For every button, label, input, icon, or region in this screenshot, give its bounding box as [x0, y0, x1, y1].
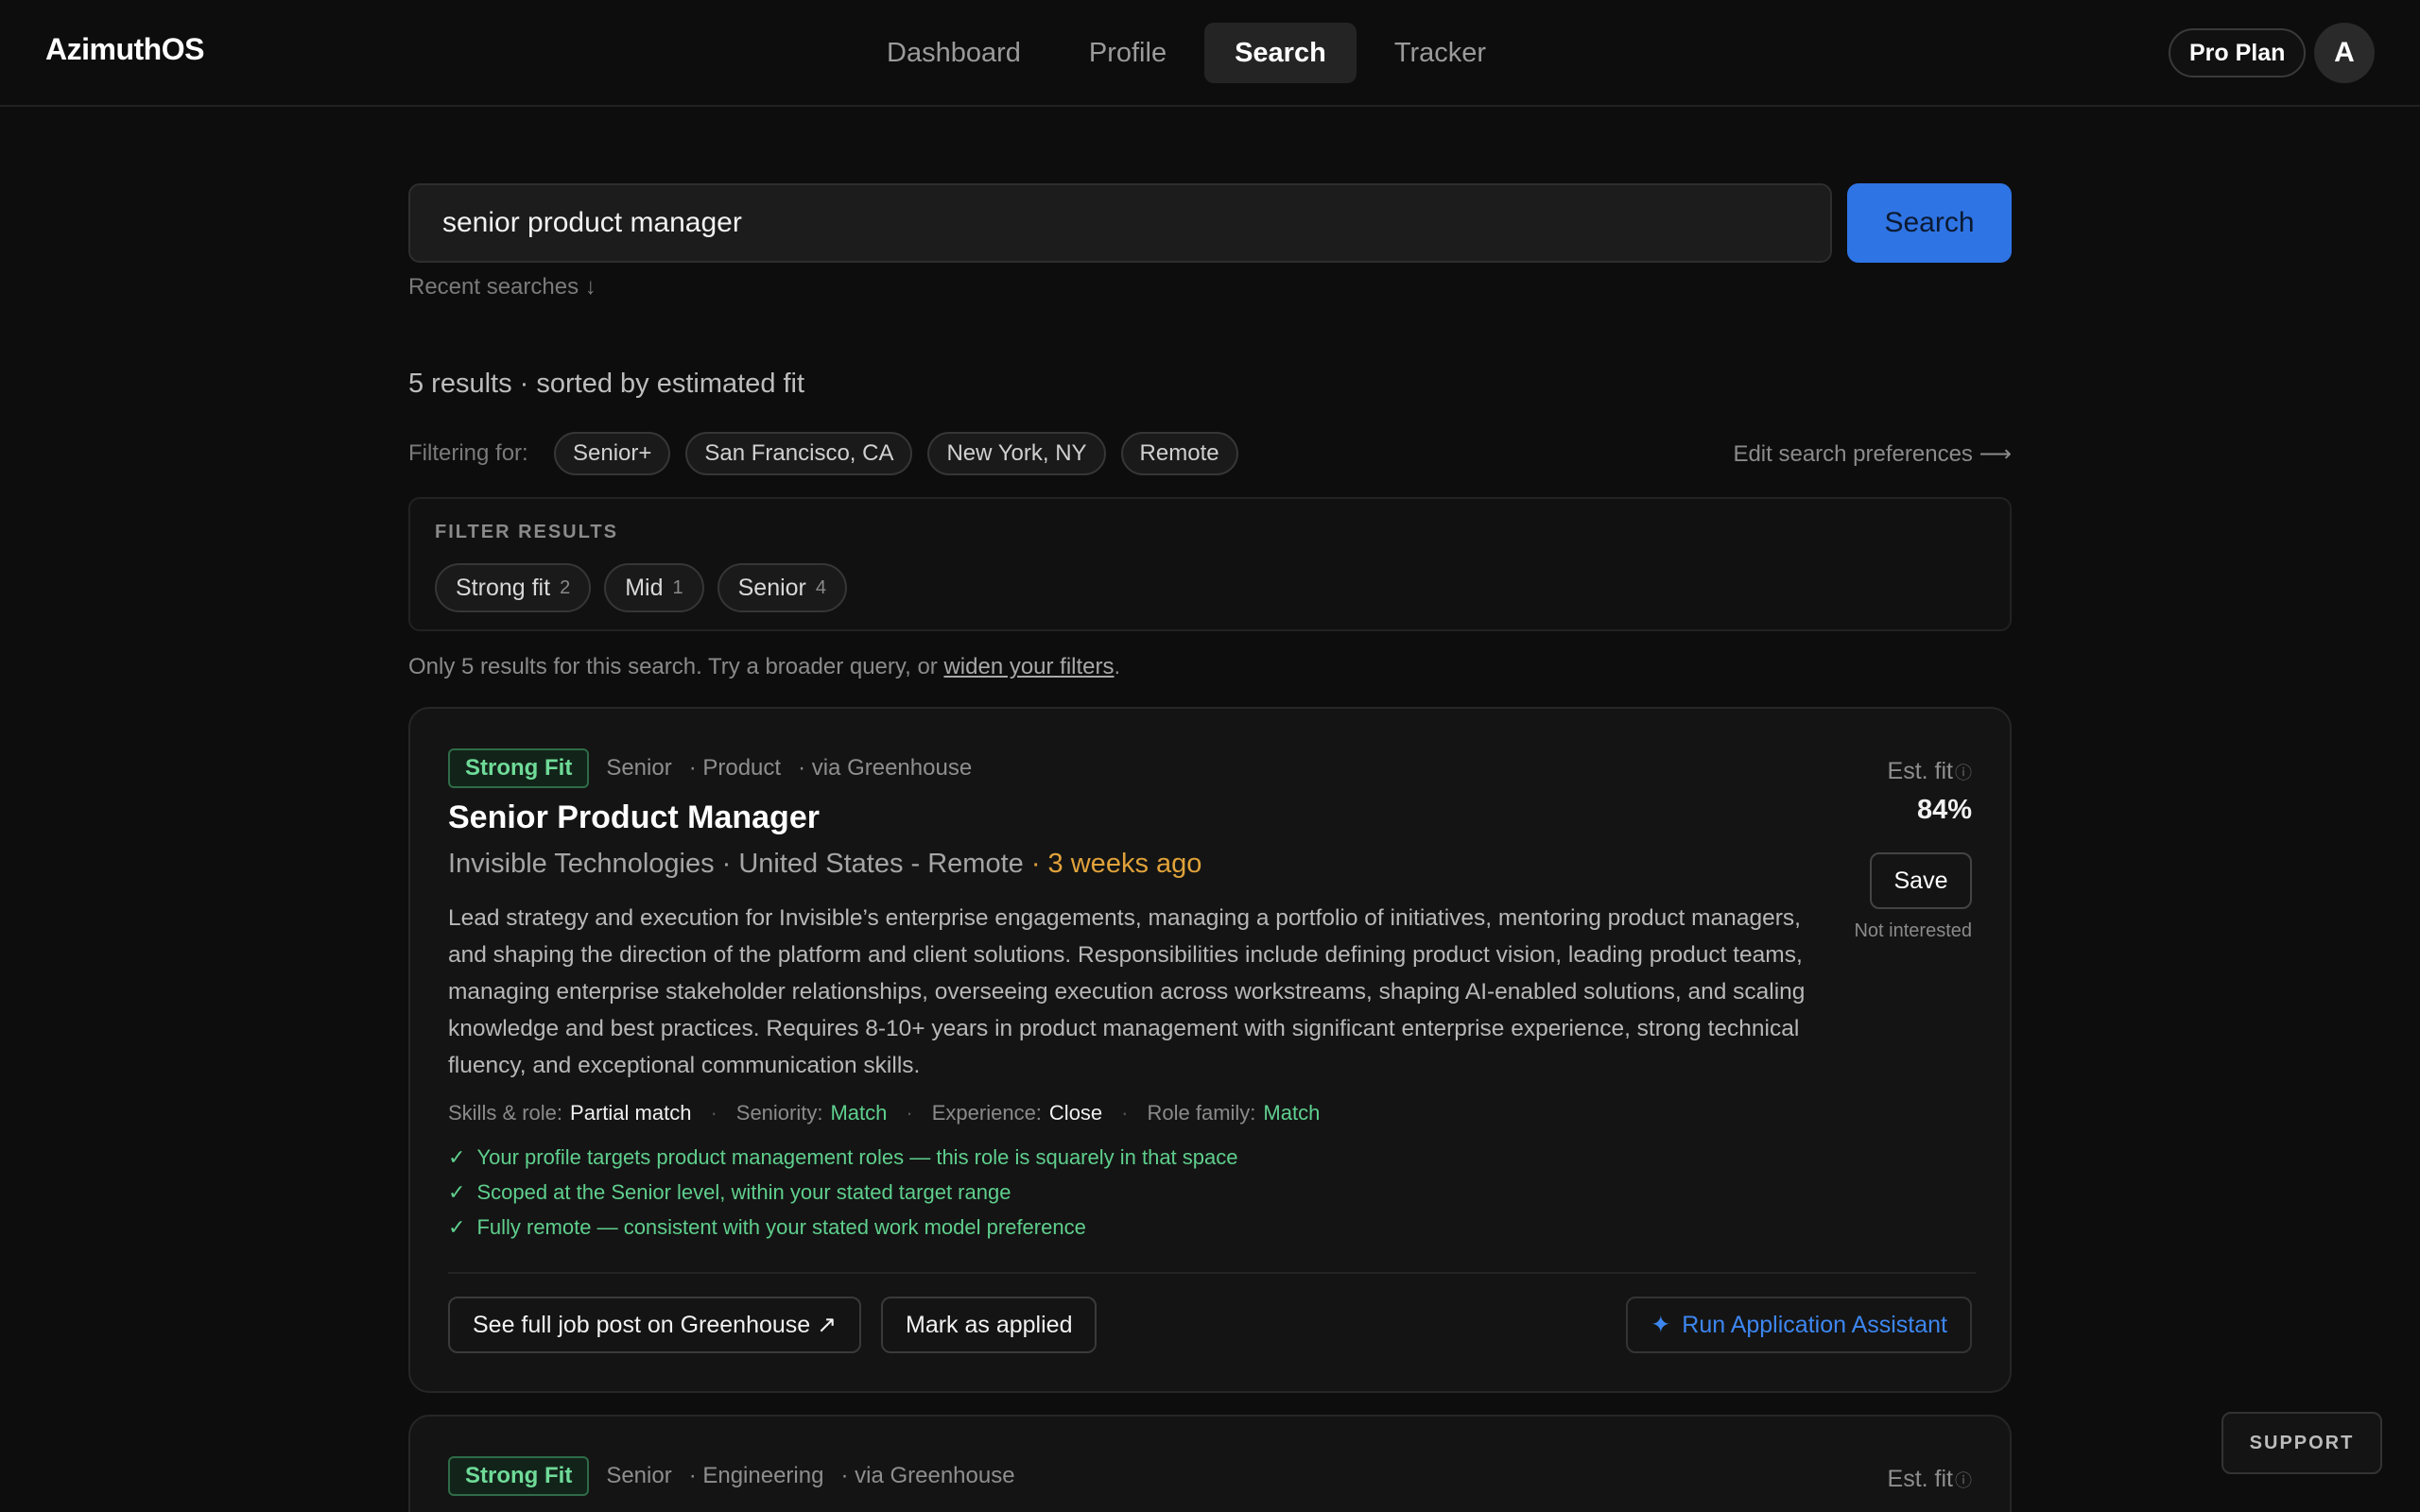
fit-reasons: ✓ Your profile targets product managemen… [448, 1140, 1238, 1245]
job-seniority: Senior [606, 1463, 672, 1488]
top-navigation-bar: AzimuthOS Dashboard Profile Search Track… [0, 0, 2420, 107]
signal-label: Experience: [931, 1101, 1042, 1125]
fit-score-label: Est. fit ⓘ [1783, 1466, 1972, 1493]
hint-suffix: . [1114, 654, 1121, 679]
info-icon[interactable]: ⓘ [1955, 764, 1972, 782]
fit-reason: ✓ Scoped at the Senior level, within you… [448, 1175, 1238, 1210]
user-avatar[interactable]: A [2314, 23, 2375, 83]
search-bar: Search [408, 183, 2012, 263]
filter-chip-location-sf[interactable]: San Francisco, CA [685, 432, 913, 475]
job-description: Lead strategy and execution for Invisibl… [448, 905, 1806, 1078]
filter-chip-location-ny[interactable]: New York, NY [927, 432, 1106, 475]
fit-score-column: Est. fit ⓘ 84% [1783, 758, 1972, 826]
hint-text: Only 5 results for this search. Try a br… [408, 654, 944, 679]
filter-results-title: FILTER RESULTS [435, 522, 618, 542]
few-results-hint: Only 5 results for this search. Try a br… [408, 654, 1120, 680]
job-source: · via Greenhouse [798, 755, 973, 781]
signal-value: Partial match [570, 1101, 692, 1125]
facet-count: 1 [672, 576, 683, 598]
results-summary: 5 results · sorted by estimated fit [408, 369, 805, 399]
signal-value: Close [1048, 1101, 1103, 1125]
active-filters-row: Filtering for: Senior+ San Francisco, CA… [408, 432, 2012, 475]
job-source: · via Greenhouse [840, 1463, 1015, 1488]
app-logo[interactable]: AzimuthOS [45, 32, 204, 67]
signal-value: Match [830, 1101, 888, 1125]
signal-experience: Experience: Close [932, 1101, 1102, 1125]
job-seniority: Senior [606, 755, 672, 781]
nav-tab-search[interactable]: Search [1204, 23, 1357, 83]
fit-reason: ✓ Your profile targets product managemen… [448, 1140, 1238, 1175]
nav-tab-tracker[interactable]: Tracker [1364, 23, 1516, 83]
assistant-label: Run Application Assistant [1682, 1311, 1947, 1338]
support-button[interactable]: SUPPORT [2221, 1412, 2382, 1474]
facet-count: 2 [560, 576, 571, 598]
fit-score-value: 84% [1916, 795, 1972, 825]
card-divider [448, 1272, 1976, 1274]
signal-skills: Skills & role: Partial match [448, 1101, 691, 1125]
plan-badge[interactable]: Pro Plan [2169, 28, 2307, 77]
facet-label: Strong fit [456, 574, 551, 601]
facet-list: Strong fit 2 Mid 1 Senior 4 [435, 563, 847, 612]
company-location-text: Invisible Technologies · United States -… [448, 849, 1024, 879]
fit-label-text: Est. fit [1887, 758, 1953, 784]
job-card: Strong Fit Senior · Product · via Greenh… [408, 707, 2012, 1393]
facet-count: 4 [815, 576, 826, 598]
signal-role-family: Role family: Match [1148, 1101, 1321, 1125]
filtering-label: Filtering for: [408, 440, 528, 466]
save-job-button[interactable]: Save [1870, 852, 1972, 909]
search-button[interactable]: Search [1847, 183, 2012, 263]
fit-score-label: Est. fit ⓘ [1783, 758, 1972, 785]
widen-filters-link[interactable]: widen your filters [943, 654, 1114, 679]
job-meta-row: Strong Fit Senior · Engineering · via Gr… [448, 1456, 1015, 1496]
check-icon: ✓ [448, 1144, 466, 1169]
facet-senior[interactable]: Senior 4 [717, 563, 847, 612]
fit-score-column: Est. fit ⓘ [1783, 1466, 1972, 1493]
job-department: · Product [688, 755, 782, 781]
signal-seniority: Seniority: Match [736, 1101, 888, 1125]
job-meta-row: Strong Fit Senior · Product · via Greenh… [448, 748, 972, 788]
fit-badge: Strong Fit [448, 748, 590, 788]
posted-age: · 3 weeks ago [1030, 849, 1202, 879]
facet-label: Senior [737, 574, 806, 601]
job-company-location: Invisible Technologies · United States -… [448, 849, 1201, 880]
check-icon: ✓ [448, 1214, 466, 1239]
fit-badge: Strong Fit [448, 1456, 590, 1496]
main-nav: Dashboard Profile Search Tracker [856, 23, 1516, 83]
match-signals: Skills & role: Partial match · Seniority… [448, 1101, 1320, 1125]
signal-value: Match [1263, 1101, 1321, 1125]
sparkle-icon: ✦ [1651, 1312, 1671, 1338]
signal-label: Role family: [1147, 1101, 1256, 1125]
see-full-job-post-button[interactable]: See full job post on Greenhouse ↗ [448, 1297, 862, 1353]
job-department: · Engineering [688, 1463, 824, 1488]
fit-reason-text: Scoped at the Senior level, within your … [476, 1179, 1011, 1204]
signal-label: Seniority: [735, 1101, 823, 1125]
facet-mid[interactable]: Mid 1 [604, 563, 704, 612]
signal-label: Skills & role: [448, 1101, 563, 1125]
fit-label-text: Est. fit [1887, 1466, 1953, 1492]
filter-chip-remote[interactable]: Remote [1120, 432, 1238, 475]
separator-dot: · [906, 1101, 913, 1125]
edit-search-preferences-link[interactable]: Edit search preferences ⟶ [1733, 440, 2012, 468]
facet-strong-fit[interactable]: Strong fit 2 [435, 563, 592, 612]
info-icon[interactable]: ⓘ [1955, 1471, 1972, 1490]
active-filter-chips: Senior+ San Francisco, CA New York, NY R… [554, 432, 1238, 475]
nav-tab-profile[interactable]: Profile [1059, 23, 1197, 83]
filter-results-panel: FILTER RESULTS Strong fit 2 Mid 1 Senior… [408, 497, 2012, 631]
fit-reason-text: Your profile targets product management … [476, 1144, 1238, 1169]
run-application-assistant-button[interactable]: ✦ Run Application Assistant [1626, 1297, 1972, 1353]
nav-tab-dashboard[interactable]: Dashboard [856, 23, 1051, 83]
separator-dot: · [1121, 1101, 1129, 1125]
recent-searches-toggle[interactable]: Recent searches ↓ [408, 274, 596, 301]
filter-chip-seniority[interactable]: Senior+ [554, 432, 671, 475]
facet-label: Mid [625, 574, 664, 601]
mark-as-applied-button[interactable]: Mark as applied [881, 1297, 1098, 1353]
check-icon: ✓ [448, 1179, 466, 1204]
search-input[interactable] [408, 183, 1832, 263]
separator-dot: · [710, 1101, 717, 1125]
job-card: Strong Fit Senior · Engineering · via Gr… [408, 1415, 2012, 1512]
not-interested-link[interactable]: Not interested [1854, 920, 1972, 942]
fit-reason-text: Fully remote — consistent with your stat… [476, 1214, 1086, 1239]
fit-reason: ✓ Fully remote — consistent with your st… [448, 1210, 1238, 1245]
job-title[interactable]: Senior Product Manager [448, 799, 820, 836]
